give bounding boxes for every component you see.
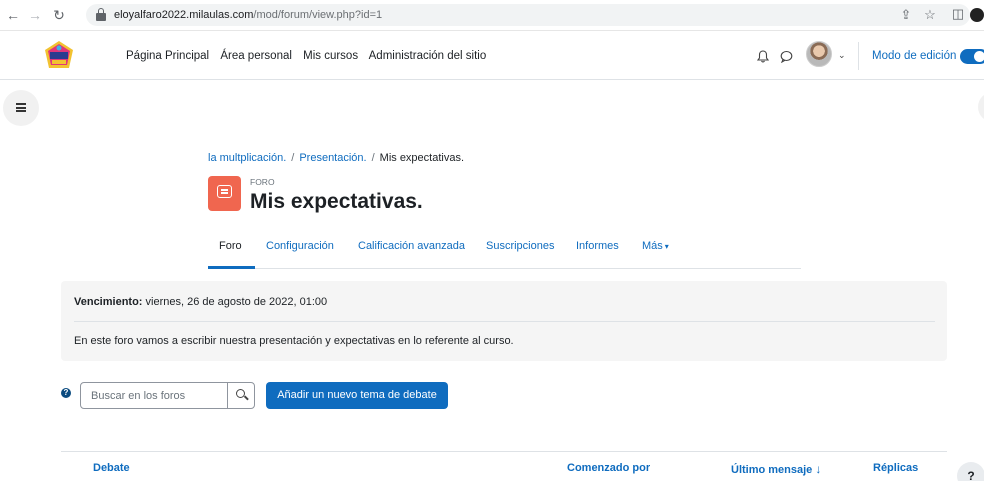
- nav-item-home[interactable]: Página Principal: [126, 50, 209, 62]
- share-icon[interactable]: ⇪: [898, 7, 914, 23]
- url-text: eloyalfaro2022.milaulas.com/mod/forum/vi…: [114, 9, 383, 21]
- user-avatar[interactable]: [806, 41, 832, 67]
- breadcrumb-separator: /: [371, 152, 375, 164]
- help-icon[interactable]: ?: [61, 388, 71, 398]
- column-header-started-by[interactable]: Comenzado por: [567, 462, 650, 474]
- edit-mode-toggle[interactable]: [960, 49, 984, 64]
- activity-info-box: Vencimiento: viernes, 26 de agosto de 20…: [61, 281, 947, 361]
- browser-toolbar: ← → ↻ eloyalfaro2022.milaulas.com/mod/fo…: [0, 0, 984, 31]
- column-header-discussion[interactable]: Debate: [93, 462, 130, 474]
- column-header-last-post-label: Último mensaje: [731, 464, 813, 476]
- due-date-label: Vencimiento:: [74, 296, 143, 308]
- tab-more[interactable]: Más ▾: [642, 240, 669, 252]
- search-button[interactable]: [227, 383, 255, 408]
- nav-item-dashboard[interactable]: Área personal: [220, 50, 292, 62]
- tab-settings[interactable]: Configuración: [266, 240, 334, 252]
- add-discussion-button[interactable]: Añadir un nuevo tema de debate: [266, 382, 448, 409]
- breadcrumb: la multplicación. / Presentación. / Mis expe…: [208, 152, 464, 164]
- site-logo[interactable]: [42, 40, 76, 72]
- breadcrumb-course[interactable]: la multplicación.: [208, 152, 286, 164]
- breadcrumb-section[interactable]: Presentación.: [299, 152, 366, 164]
- edit-mode-label: Modo de edición: [872, 50, 957, 62]
- address-bar[interactable]: eloyalfaro2022.milaulas.com/mod/forum/vi…: [86, 4, 970, 26]
- tab-advanced-grading[interactable]: Calificación avanzada: [358, 240, 465, 252]
- block-drawer-toggle[interactable]: [978, 92, 984, 122]
- breadcrumb-separator: /: [291, 152, 295, 164]
- navbar-divider: [858, 42, 859, 70]
- activity-type-label: FORO: [250, 177, 275, 187]
- forum-description: En este foro vamos a escribir nuestra pr…: [74, 335, 514, 347]
- chevron-down-icon: ▾: [664, 242, 669, 251]
- due-date-value: viernes, 26 de agosto de 2022, 01:00: [145, 296, 328, 308]
- reload-icon[interactable]: ↻: [50, 6, 68, 24]
- course-index-toggle[interactable]: [3, 90, 39, 126]
- breadcrumb-current: Mis expectativas.: [379, 152, 465, 164]
- site-navbar: Página Principal Área personal Mis curso…: [0, 32, 984, 80]
- column-header-replies[interactable]: Réplicas: [873, 462, 918, 474]
- forum-search: [80, 382, 255, 409]
- due-date: Vencimiento: viernes, 26 de agosto de 20…: [74, 296, 327, 308]
- lock-icon: [96, 8, 106, 22]
- profile-icon[interactable]: [970, 8, 984, 22]
- tab-forum[interactable]: Foro: [219, 240, 242, 252]
- info-divider: [74, 321, 935, 322]
- table-divider: [61, 451, 947, 452]
- active-tab-indicator: [208, 266, 255, 269]
- star-icon[interactable]: ☆: [922, 7, 938, 23]
- nav-item-site-admin[interactable]: Administración del sitio: [369, 50, 487, 62]
- list-icon: [16, 103, 26, 112]
- sort-down-icon: ↓: [815, 462, 822, 476]
- nav-item-my-courses[interactable]: Mis cursos: [303, 50, 358, 62]
- help-button[interactable]: ?: [957, 462, 984, 481]
- tab-reports[interactable]: Informes: [576, 240, 619, 252]
- arrow-right-icon[interactable]: →: [26, 6, 44, 24]
- search-input[interactable]: [81, 383, 227, 408]
- forum-icon: [208, 176, 241, 211]
- messages-icon[interactable]: [780, 50, 793, 66]
- page-title: Mis expectativas.: [250, 190, 423, 213]
- tab-subscriptions[interactable]: Suscripciones: [486, 240, 554, 252]
- column-header-last-post[interactable]: Último mensaje ↓: [731, 462, 821, 476]
- secondary-navigation: Foro Configuración Calificación avanzada…: [208, 228, 801, 269]
- tab-more-label: Más: [642, 240, 663, 252]
- arrow-left-icon[interactable]: ←: [4, 6, 22, 24]
- chevron-down-icon[interactable]: ⌄: [838, 50, 846, 61]
- notifications-bell-icon[interactable]: [756, 50, 770, 66]
- primary-navigation: Página Principal Área personal Mis curso…: [126, 50, 494, 62]
- side-panel-icon[interactable]: ◫: [950, 6, 966, 22]
